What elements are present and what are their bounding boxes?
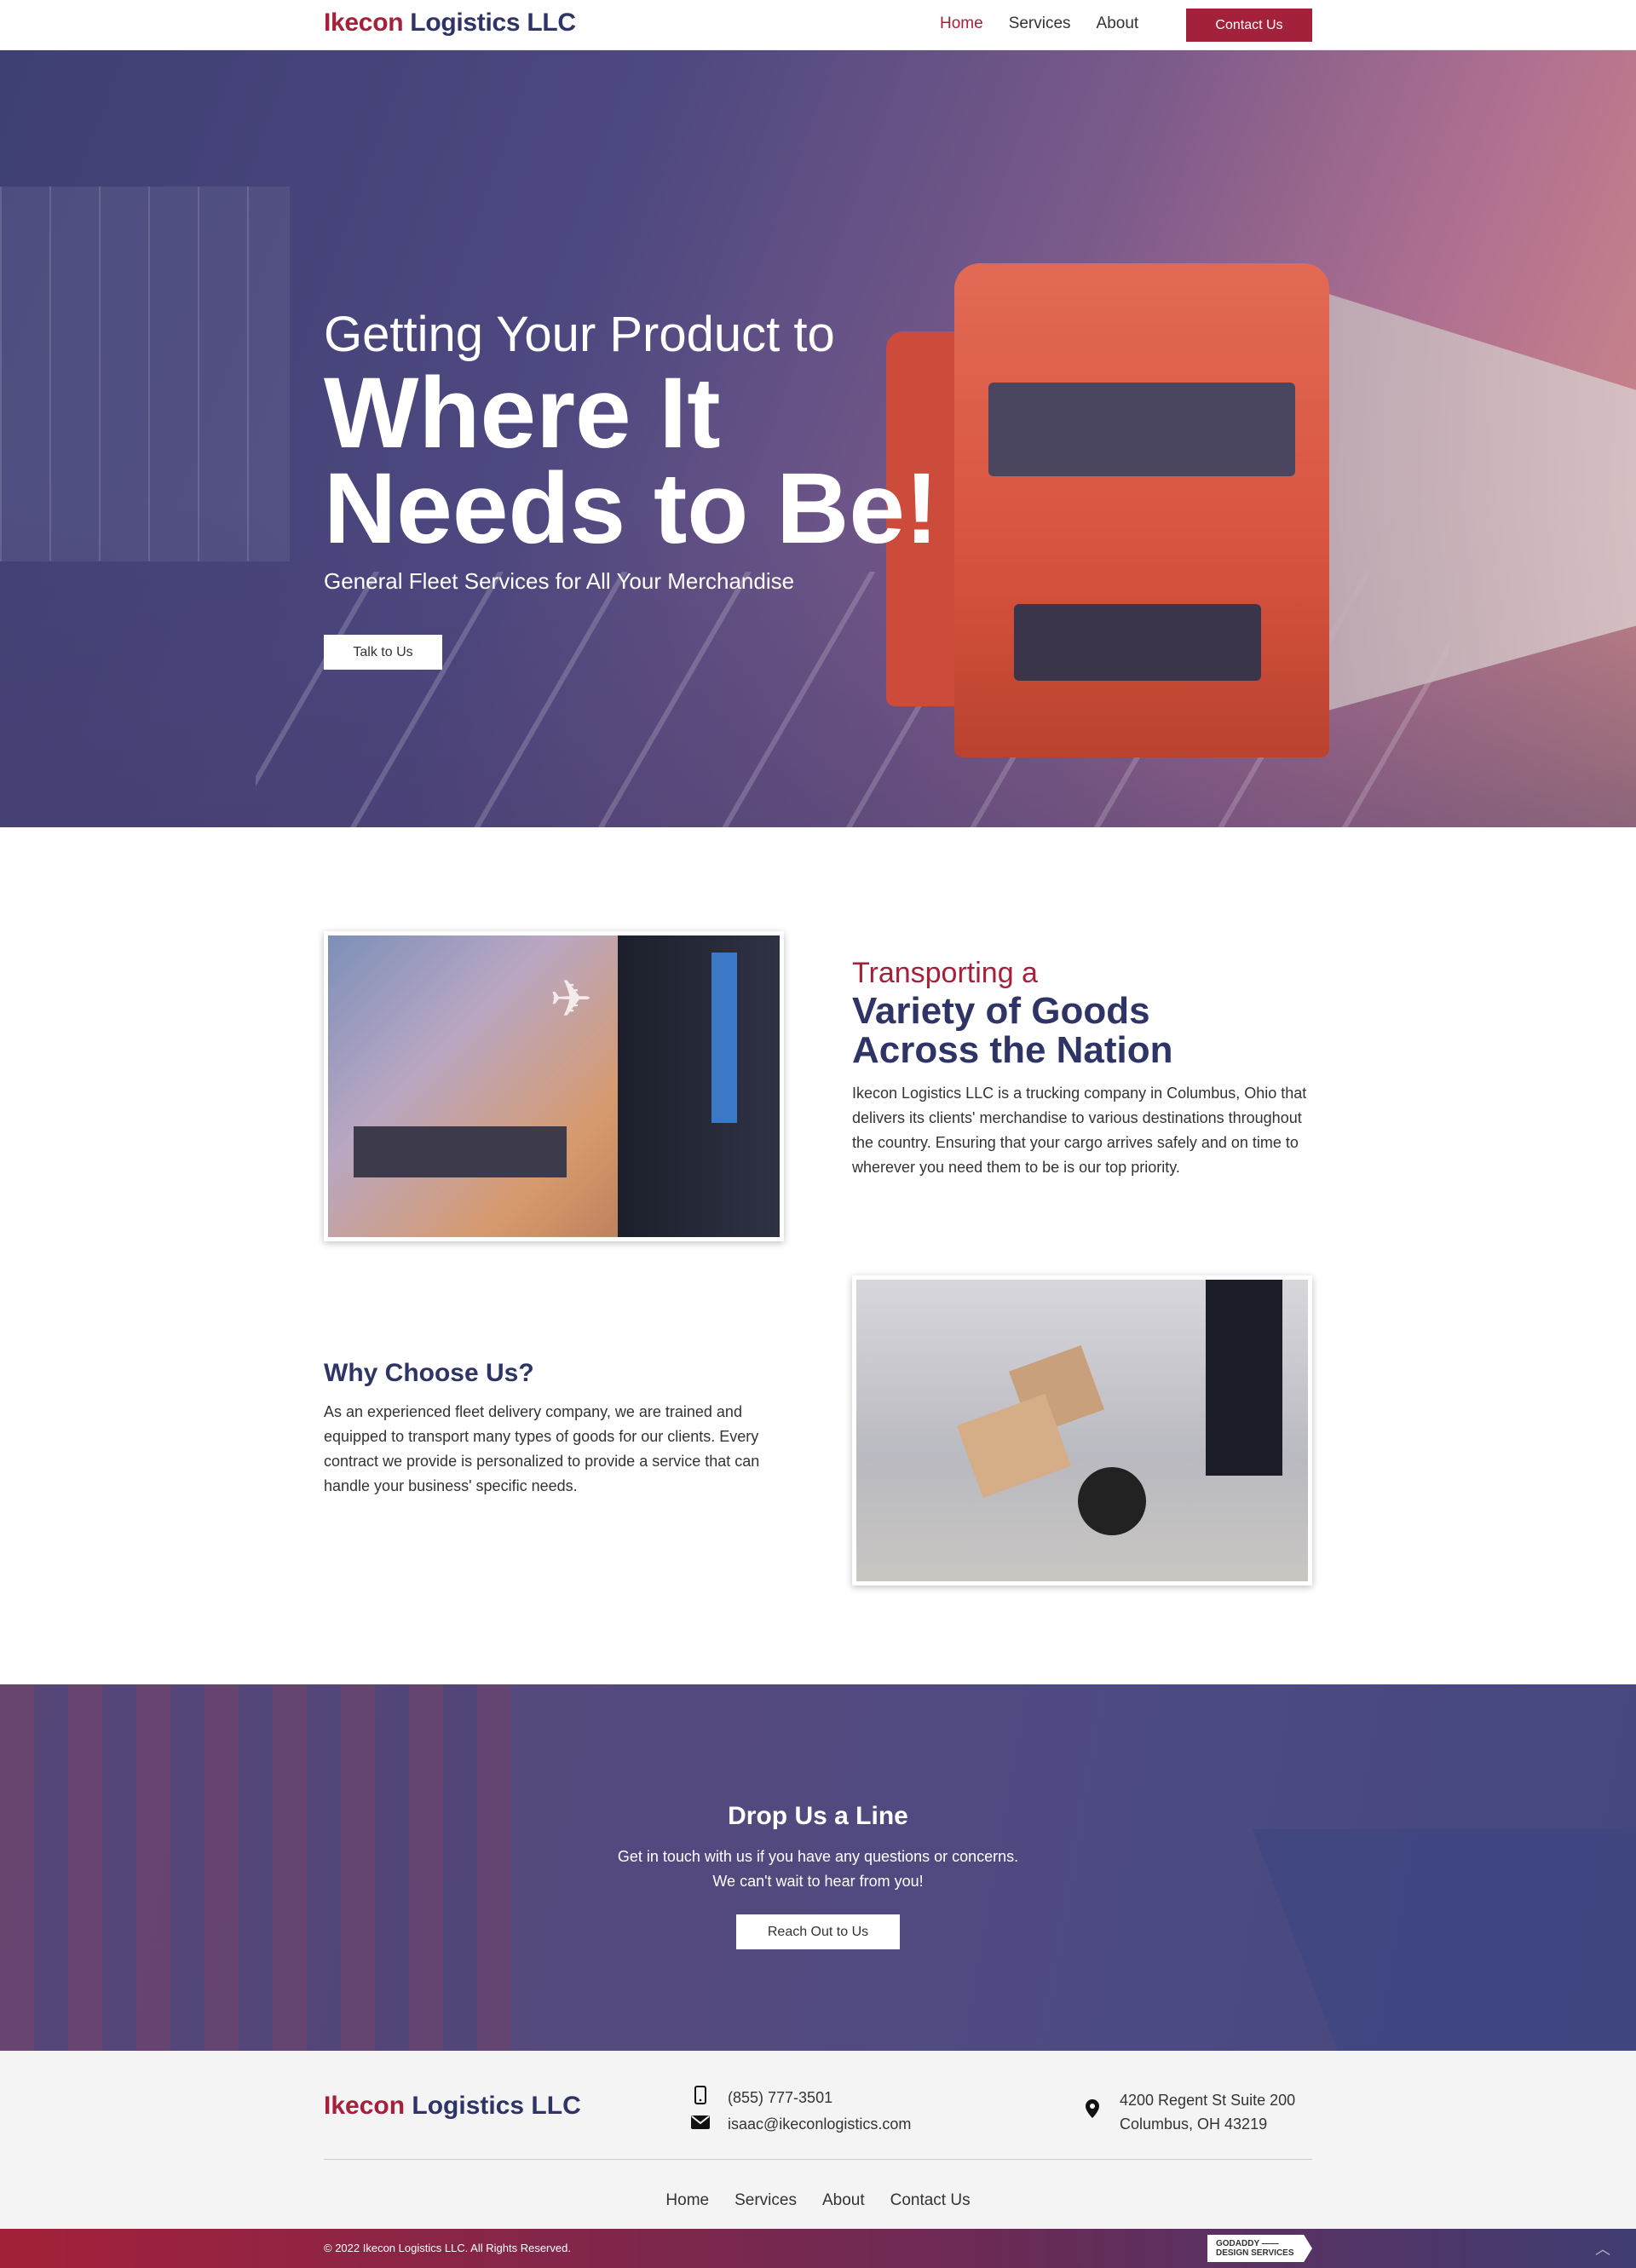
nav-home[interactable]: Home	[940, 14, 983, 33]
hero-section: Getting Your Product to Where It Needs t…	[0, 50, 1636, 827]
footer-nav-contact[interactable]: Contact Us	[890, 2191, 971, 2210]
footer-logo-part1: Ikecon	[324, 2092, 406, 2120]
footer-nav-about[interactable]: About	[822, 2191, 865, 2210]
logistics-photo: ✈	[324, 931, 784, 1241]
main-nav: Home Services About	[940, 14, 1138, 33]
footer-nav-services[interactable]: Services	[734, 2191, 797, 2210]
header-logo[interactable]: Ikecon Logistics LLC	[324, 9, 576, 37]
badge-line2: DESIGN SERVICES	[1216, 2248, 1294, 2258]
nav-services[interactable]: Services	[1009, 14, 1071, 33]
band-text-line1: Get in touch with us if you have any que…	[617, 1848, 1019, 1865]
hero-tagline: General Fleet Services for All Your Merc…	[324, 568, 795, 594]
site-footer: Ikecon Logistics LLC (855) 777-3501 isaa…	[0, 2051, 1636, 2229]
about-section: ✈ Transporting a Variety of Goods Across…	[0, 827, 1636, 1684]
footer-phone[interactable]: (855) 777-3501	[690, 2086, 832, 2110]
copyright-text: © 2022 Ikecon Logistics LLC. All Rights …	[324, 2242, 571, 2254]
nav-about[interactable]: About	[1097, 14, 1139, 33]
footer-logo-part2: Logistics LLC	[412, 2092, 581, 2120]
footer-nav-home[interactable]: Home	[665, 2191, 709, 2210]
reach-out-button[interactable]: Reach Out to Us	[736, 1914, 900, 1949]
hand-truck-photo	[852, 1275, 1312, 1586]
logo-part2: Logistics LLC	[410, 9, 576, 37]
hero-title-line2: Needs to Be!	[324, 452, 939, 565]
phone-number[interactable]: (855) 777-3501	[728, 2089, 832, 2107]
footer-logo[interactable]: Ikecon Logistics LLC	[324, 2092, 581, 2121]
hero-title: Where It Needs to Be!	[324, 363, 1005, 559]
footer-email[interactable]: isaac@ikeconlogistics.com	[690, 2115, 911, 2134]
phone-icon	[690, 2086, 711, 2110]
band-text: Get in touch with us if you have any que…	[0, 1845, 1636, 1894]
scroll-up-icon[interactable]: ︿	[1595, 2237, 1610, 2259]
transport-title-line2: Across the Nation	[852, 1029, 1173, 1071]
contact-us-button[interactable]: Contact Us	[1186, 9, 1312, 42]
logo-part1: Ikecon	[324, 9, 404, 37]
band-text-line2: We can't wait to hear from you!	[712, 1873, 924, 1890]
location-pin-icon	[1082, 2099, 1103, 2125]
band-title: Drop Us a Line	[728, 1802, 908, 1830]
why-body: As an experienced fleet delivery company…	[324, 1403, 760, 1494]
site-header: Ikecon Logistics LLC Home Services About…	[0, 0, 1636, 50]
talk-to-us-button[interactable]: Talk to Us	[324, 635, 442, 670]
footer-nav: Home Services About Contact Us	[0, 2191, 1636, 2210]
godaddy-badge[interactable]: GODADDY —— DESIGN SERVICES	[1207, 2235, 1312, 2262]
copyright-bar: © 2022 Ikecon Logistics LLC. All Rights …	[0, 2229, 1636, 2268]
transport-title: Variety of Goods Across the Nation	[852, 992, 1173, 1070]
footer-address[interactable]: 4200 Regent St Suite 200 Columbus, OH 43…	[1082, 2088, 1295, 2136]
email-icon	[690, 2115, 711, 2134]
address-line1: 4200 Regent St Suite 200	[1120, 2092, 1296, 2109]
email-address[interactable]: isaac@ikeconlogistics.com	[728, 2115, 911, 2133]
hero-subtitle: Getting Your Product to	[324, 307, 835, 362]
badge-line1: GODADDY ——	[1216, 2239, 1279, 2248]
transport-title-line1: Variety of Goods	[852, 990, 1150, 1032]
footer-divider	[324, 2159, 1312, 2160]
contact-band: Drop Us a Line Get in touch with us if y…	[0, 1684, 1636, 2051]
address-line2: Columbus, OH 43219	[1120, 2115, 1268, 2133]
transport-kicker: Transporting a	[852, 957, 1038, 989]
transport-body: Ikecon Logistics LLC is a trucking compa…	[852, 1085, 1307, 1176]
why-title: Why Choose Us?	[324, 1359, 534, 1387]
